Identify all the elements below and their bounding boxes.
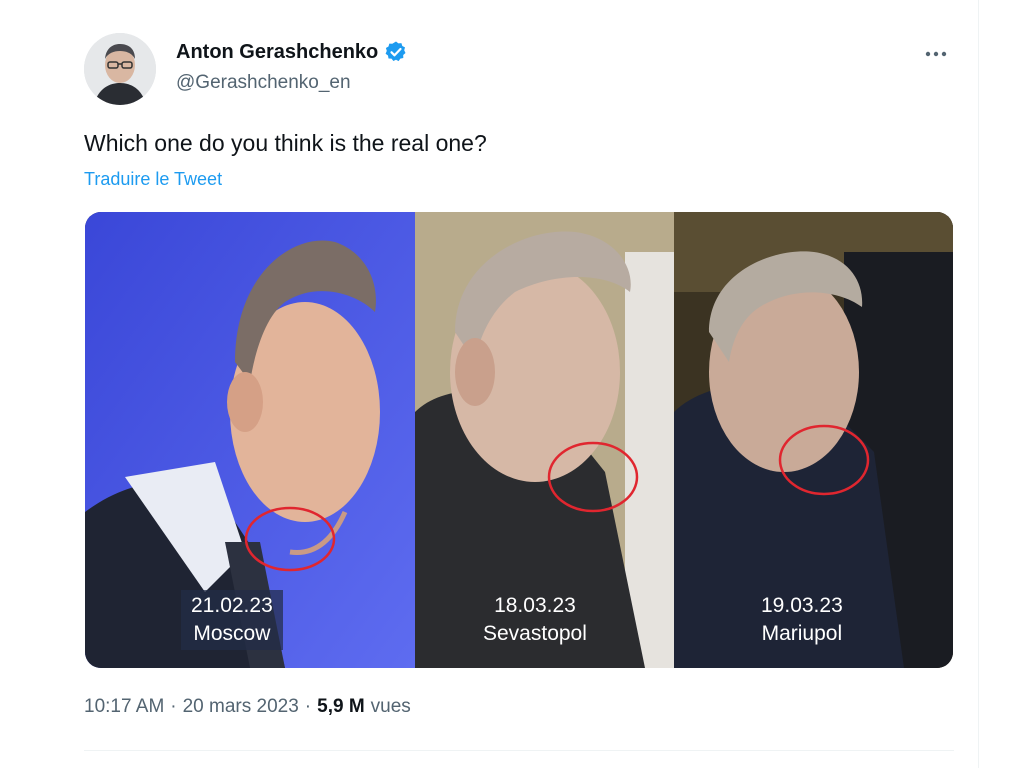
tweet-divider <box>84 750 954 751</box>
author-display-name[interactable]: Anton Gerashchenko <box>176 41 378 64</box>
media-panel-mariupol[interactable]: 19.03.23 Mariupol <box>674 212 953 668</box>
tweet-media[interactable]: 21.02.23 Moscow 18.03.23 Sevastopol 19.0… <box>85 212 953 668</box>
meta-separator: · <box>304 696 312 717</box>
caption-date: 18.03.23 <box>494 594 576 617</box>
tweet-date[interactable]: 20 mars 2023 <box>183 696 299 718</box>
avatar-image <box>84 33 156 105</box>
media-panel-sevastopol[interactable]: 18.03.23 Sevastopol <box>415 212 674 668</box>
tweet: Anton Gerashchenko @Gerashchenko_en Whic… <box>84 30 954 717</box>
media-panel-moscow[interactable]: 21.02.23 Moscow <box>85 212 415 668</box>
column-divider <box>978 0 979 768</box>
caption-moscow: 21.02.23 Moscow <box>181 590 283 650</box>
author-name-row: Anton Gerashchenko <box>176 40 408 64</box>
caption-mariupol: 19.03.23 Mariupol <box>751 590 853 650</box>
tweet-meta: 10:17 AM · 20 mars 2023 · 5,9 M vues <box>84 696 411 718</box>
views-count: 5,9 M <box>317 696 365 717</box>
views-label: vues <box>370 696 411 717</box>
tweet-header: Anton Gerashchenko @Gerashchenko_en <box>84 30 954 110</box>
caption-place: Sevastopol <box>483 622 587 645</box>
caption-date: 21.02.23 <box>191 594 273 617</box>
caption-place: Mariupol <box>761 622 843 645</box>
verified-badge-icon[interactable] <box>384 40 408 64</box>
meta-separator: · <box>170 696 177 717</box>
more-dots-icon[interactable] <box>918 36 954 72</box>
avatar[interactable] <box>84 33 156 105</box>
author-handle[interactable]: @Gerashchenko_en <box>176 72 351 94</box>
caption-place: Moscow <box>193 622 271 645</box>
translate-tweet-link[interactable]: Traduire le Tweet <box>84 169 222 190</box>
tweet-text: Which one do you think is the real one? <box>84 130 487 156</box>
caption-date: 19.03.23 <box>761 594 843 617</box>
tweet-time[interactable]: 10:17 AM <box>84 696 164 718</box>
caption-sevastopol: 18.03.23 Sevastopol <box>473 590 597 650</box>
